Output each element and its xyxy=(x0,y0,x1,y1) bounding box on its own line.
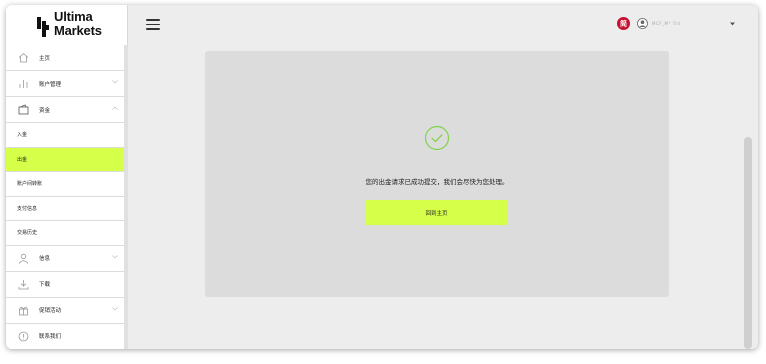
sidebar-item-home[interactable]: 主页 xyxy=(6,45,124,71)
sidebar-item-label: 信息 xyxy=(39,256,51,262)
sidebar-subitem-internal-transfer[interactable]: 账户间转账 xyxy=(6,172,124,197)
language-switcher[interactable]: 简 xyxy=(617,17,630,30)
hamburger-menu-icon[interactable] xyxy=(146,19,160,30)
back-to-home-button[interactable]: 回到主页 xyxy=(365,200,508,225)
app-window: Ultima Markets 主页 账户管理 资金 入金 出金 账户间转账 支付… xyxy=(6,5,758,349)
sidebar-subitem-payment-info[interactable]: 支付信息 xyxy=(6,197,124,221)
gift-icon xyxy=(17,304,29,316)
home-icon xyxy=(17,52,29,64)
sidebar-subitem-transaction-history[interactable]: 交易历史 xyxy=(6,221,124,246)
sidebar-item-label: 资金 xyxy=(39,107,51,114)
brand-logo[interactable]: Ultima Markets xyxy=(37,9,117,41)
sidebar-item-label: 下载 xyxy=(39,282,51,288)
info-icon xyxy=(17,330,29,342)
sidebar-subitem-withdrawal[interactable]: 出金 xyxy=(6,147,124,172)
ultima-markets-logo-icon xyxy=(37,17,49,37)
sidebar-item-download[interactable]: 下载 xyxy=(6,272,124,298)
top-header: 简 MCF_M* Trd xyxy=(128,5,758,45)
chevron-up-icon xyxy=(112,106,118,110)
chevron-down-icon xyxy=(112,254,118,258)
download-icon xyxy=(17,278,29,290)
sidebar-item-label: 主页 xyxy=(39,55,51,62)
sidebar-subitem-deposit[interactable]: 入金 xyxy=(6,123,124,148)
withdrawal-success-card: 您的出金请求已成功提交，我们会尽快为您处理。 回到主页 xyxy=(205,51,669,297)
username[interactable]: MCF_M* Trd xyxy=(652,21,680,26)
brand-line1: Ultima xyxy=(54,9,93,24)
sidebar-scrollbar[interactable] xyxy=(124,45,128,349)
sidebar-item-funds[interactable]: 资金 xyxy=(6,97,124,123)
sidebar-item-account-management[interactable]: 账户管理 xyxy=(6,71,124,97)
sidebar-item-label: 联系我们 xyxy=(39,334,62,340)
sidebar-item-info[interactable]: 信息 xyxy=(6,246,124,272)
sidebar-subitem-label: 账户间转账 xyxy=(17,181,43,188)
check-circle-icon xyxy=(424,125,450,151)
avatar[interactable] xyxy=(637,18,648,29)
bar-chart-icon xyxy=(17,78,29,90)
sidebar: Ultima Markets 主页 账户管理 资金 入金 出金 账户间转账 支付… xyxy=(6,5,128,349)
main-scrollbar[interactable] xyxy=(744,137,752,349)
chevron-down-icon xyxy=(112,306,118,310)
language-badge-label: 简 xyxy=(620,19,627,28)
brand-line2: Markets xyxy=(54,23,102,38)
wallet-icon xyxy=(17,104,29,116)
chevron-down-icon xyxy=(112,80,118,84)
user-icon xyxy=(17,252,29,264)
sidebar-subitem-label: 入金 xyxy=(17,132,28,139)
sidebar-item-promotions[interactable]: 促销活动 xyxy=(6,298,124,324)
sidebar-subitem-label: 支付信息 xyxy=(17,205,38,212)
sidebar-subitem-label: 出金 xyxy=(17,156,28,163)
brand-name: Ultima Markets xyxy=(54,10,102,38)
sidebar-menu: 主页 账户管理 资金 入金 出金 账户间转账 支付信息 交易历史 信息 下载 促… xyxy=(6,45,124,349)
success-message: 您的出金请求已成功提交，我们会尽快为您处理。 xyxy=(365,178,509,186)
sidebar-item-contact-us[interactable]: 联系我们 xyxy=(6,324,124,349)
sidebar-item-label: 促销活动 xyxy=(39,308,62,314)
sidebar-subitem-label: 交易历史 xyxy=(17,230,38,237)
sidebar-item-label: 账户管理 xyxy=(39,81,62,88)
chevron-down-icon[interactable] xyxy=(730,22,735,26)
